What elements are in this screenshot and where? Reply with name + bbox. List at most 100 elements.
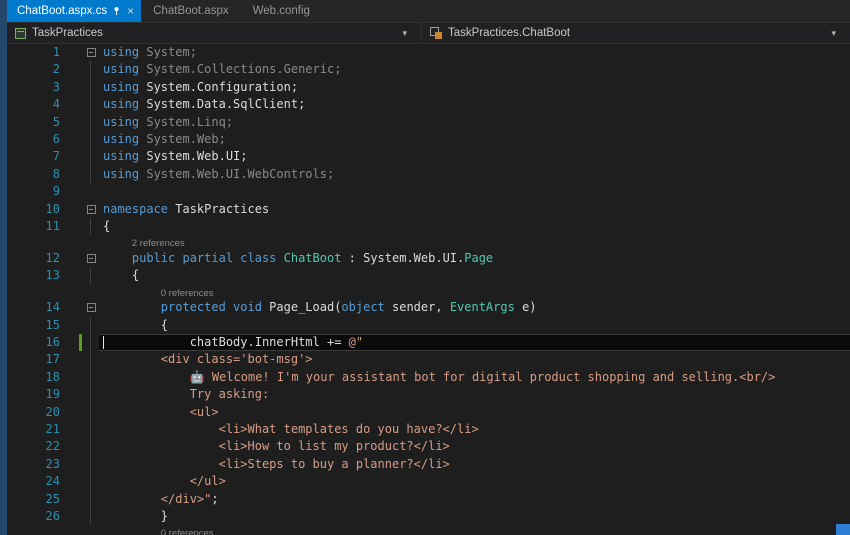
codelens-row: 0 references <box>7 285 850 300</box>
tab-chatboot-aspx[interactable]: ChatBoot.aspx <box>141 0 240 22</box>
code-text[interactable]: 0 references <box>99 525 850 535</box>
line-number[interactable]: 1 <box>7 44 65 61</box>
code-line: 2 using System.Collections.Generic; <box>7 61 850 78</box>
code-text[interactable]: { <box>99 218 850 235</box>
code-text[interactable]: namespace TaskPractices <box>99 201 850 218</box>
code-token: </ul> <box>103 474 226 488</box>
line-number[interactable]: 18 <box>7 369 65 386</box>
code-text[interactable]: <li>How to list my product?</li> <box>99 438 850 455</box>
project-dropdown[interactable]: TaskPractices ▾ <box>7 23 421 43</box>
change-margin <box>65 114 83 131</box>
code-line: 14 − protected void Page_Load(object send… <box>7 299 850 316</box>
line-number[interactable]: 25 <box>7 491 65 508</box>
line-number[interactable]: 12 <box>7 250 65 267</box>
code-token: Try asking: <box>103 387 269 401</box>
line-number[interactable]: 13 <box>7 267 65 284</box>
fold-collapse-icon[interactable]: − <box>87 48 96 57</box>
code-token: System; <box>146 45 197 59</box>
line-number[interactable] <box>7 235 65 250</box>
change-margin <box>65 386 83 403</box>
line-number[interactable]: 21 <box>7 421 65 438</box>
line-number[interactable]: 3 <box>7 79 65 96</box>
line-number[interactable]: 4 <box>7 96 65 113</box>
change-margin <box>65 61 83 78</box>
code-line: 10 −namespace TaskPractices <box>7 201 850 218</box>
line-number[interactable]: 23 <box>7 456 65 473</box>
codelens-references[interactable]: 0 references <box>161 288 214 299</box>
line-number[interactable]: 20 <box>7 404 65 421</box>
line-number[interactable]: 6 <box>7 131 65 148</box>
code-text[interactable]: chatBody.InnerHtml += @" <box>99 334 850 351</box>
code-token: System.Configuration; <box>146 80 298 94</box>
line-number[interactable]: 24 <box>7 473 65 490</box>
line-number[interactable] <box>7 285 65 300</box>
line-number[interactable]: 15 <box>7 317 65 334</box>
type-dropdown[interactable]: TaskPractices.ChatBoot ▾ <box>421 23 850 43</box>
code-text[interactable]: public partial class ChatBoot : System.W… <box>99 250 850 267</box>
line-number[interactable] <box>7 525 65 535</box>
code-text[interactable]: </div>"; <box>99 491 850 508</box>
code-token: e) <box>515 300 537 314</box>
tab-web-config[interactable]: Web.config <box>241 0 322 22</box>
code-text[interactable]: using System.Collections.Generic; <box>99 61 850 78</box>
code-text[interactable]: using System.Web; <box>99 131 850 148</box>
code-text[interactable]: 2 references <box>99 235 850 250</box>
code-text[interactable]: Try asking: <box>99 386 850 403</box>
code-text[interactable]: { <box>99 267 850 284</box>
code-text[interactable]: <div class='bot-msg'> <box>99 351 850 368</box>
fold-margin <box>83 285 99 300</box>
fold-margin: − <box>83 299 99 316</box>
code-text[interactable] <box>99 183 850 200</box>
change-margin <box>65 44 83 61</box>
code-text[interactable]: 0 references <box>99 285 850 300</box>
fold-collapse-icon[interactable]: − <box>87 303 96 312</box>
code-text[interactable]: using System.Linq; <box>99 114 850 131</box>
code-editor: 1−using System;2using System.Collections… <box>7 44 850 535</box>
code-token: ChatBoot <box>284 251 342 265</box>
codelens-references[interactable]: 2 references <box>132 238 185 249</box>
line-number[interactable]: 26 <box>7 508 65 525</box>
line-number[interactable]: 17 <box>7 351 65 368</box>
code-text[interactable]: } <box>99 508 850 525</box>
close-icon[interactable]: × <box>127 5 134 17</box>
line-number[interactable]: 11 <box>7 218 65 235</box>
code-text[interactable]: protected void Page_Load(object sender, … <box>99 299 850 316</box>
line-number[interactable]: 16 <box>7 334 65 351</box>
tab-chatboot-aspx-cs[interactable]: ChatBoot.aspx.cs × <box>7 0 141 22</box>
line-number[interactable]: 22 <box>7 438 65 455</box>
fold-margin: − <box>83 201 99 218</box>
line-number[interactable]: 19 <box>7 386 65 403</box>
fold-collapse-icon[interactable]: − <box>87 254 96 263</box>
line-number[interactable]: 2 <box>7 61 65 78</box>
code-text[interactable]: <li>Steps to buy a planner?</li> <box>99 456 850 473</box>
code-text[interactable]: using System.Web.UI.WebControls; <box>99 166 850 183</box>
code-text[interactable]: <li>What templates do you have?</li> <box>99 421 850 438</box>
code-text[interactable]: using System.Data.SqlClient; <box>99 96 850 113</box>
code-text[interactable]: using System.Configuration; <box>99 79 850 96</box>
code-text[interactable]: 🤖 Welcome! I'm your assistant bot for di… <box>99 369 850 386</box>
change-margin <box>65 96 83 113</box>
code-token: using <box>103 149 146 163</box>
pin-icon[interactable] <box>112 6 121 16</box>
line-number[interactable]: 8 <box>7 166 65 183</box>
tab-label: ChatBoot.aspx.cs <box>17 5 107 17</box>
code-line: 16 chatBody.InnerHtml += @" <box>7 334 850 351</box>
fold-margin <box>83 131 99 148</box>
line-number[interactable]: 14 <box>7 299 65 316</box>
code-text[interactable]: using System; <box>99 44 850 61</box>
line-number[interactable]: 7 <box>7 148 65 165</box>
code-text[interactable]: <ul> <box>99 404 850 421</box>
fold-collapse-icon[interactable]: − <box>87 205 96 214</box>
fold-margin <box>83 491 99 508</box>
line-number[interactable]: 9 <box>7 183 65 200</box>
change-margin <box>65 250 83 267</box>
code-text[interactable]: using System.Web.UI; <box>99 148 850 165</box>
codelens-references[interactable]: 0 references <box>161 528 214 535</box>
line-number[interactable]: 5 <box>7 114 65 131</box>
code-token: System.Web.UI; <box>146 149 247 163</box>
code-text[interactable]: </ul> <box>99 473 850 490</box>
code-text[interactable]: { <box>99 317 850 334</box>
change-margin <box>65 235 83 250</box>
change-margin <box>65 404 83 421</box>
line-number[interactable]: 10 <box>7 201 65 218</box>
